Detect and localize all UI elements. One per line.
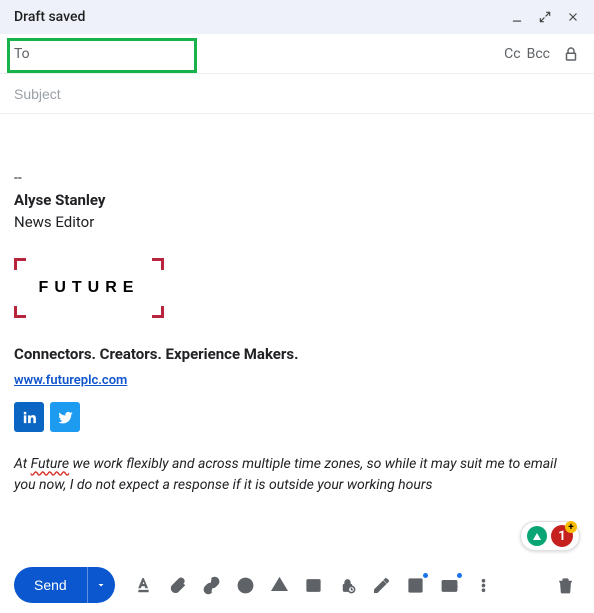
company-logo: FUTURE bbox=[14, 258, 164, 318]
link-icon[interactable] bbox=[197, 570, 227, 600]
schedule-mail-icon[interactable] bbox=[435, 570, 465, 600]
social-links bbox=[14, 402, 580, 432]
compose-header: Draft saved bbox=[0, 0, 594, 34]
twitter-icon[interactable] bbox=[50, 402, 80, 432]
disclaimer: At Future we work flexibly and across mu… bbox=[14, 454, 580, 495]
send-group: Send bbox=[14, 567, 115, 603]
attach-icon[interactable] bbox=[163, 570, 193, 600]
drive-icon[interactable] bbox=[265, 570, 295, 600]
header-title: Draft saved bbox=[14, 9, 506, 25]
signature-separator: -- bbox=[14, 168, 580, 188]
notification-badge[interactable]: 1 + bbox=[551, 525, 573, 547]
tagline: Connectors. Creators. Experience Makers. bbox=[14, 344, 580, 366]
subject-input[interactable] bbox=[14, 86, 580, 102]
to-input[interactable] bbox=[38, 42, 504, 66]
template-icon[interactable] bbox=[401, 570, 431, 600]
cc-button[interactable]: Cc bbox=[504, 46, 520, 62]
signature-role: News Editor bbox=[14, 212, 580, 234]
subject-row bbox=[0, 74, 594, 114]
header-controls bbox=[506, 6, 584, 28]
formatting-icon[interactable] bbox=[129, 570, 159, 600]
grammarly-icon[interactable] bbox=[527, 526, 547, 546]
signature-name: Alyse Stanley bbox=[14, 190, 580, 212]
logo-text: FUTURE bbox=[39, 276, 140, 299]
send-options-button[interactable] bbox=[87, 567, 115, 603]
send-button[interactable]: Send bbox=[14, 567, 87, 603]
more-options-icon[interactable] bbox=[469, 570, 499, 600]
bcc-button[interactable]: Bcc bbox=[527, 46, 550, 62]
format-toolbar bbox=[129, 570, 499, 600]
cc-bcc-group: Cc Bcc bbox=[504, 46, 550, 62]
minimize-button[interactable] bbox=[506, 6, 528, 28]
compose-toolbar: Send bbox=[0, 557, 594, 613]
discard-icon[interactable] bbox=[550, 570, 580, 600]
close-button[interactable] bbox=[562, 6, 584, 28]
image-icon[interactable] bbox=[299, 570, 329, 600]
lock-icon[interactable] bbox=[562, 45, 580, 63]
message-body[interactable]: -- Alyse Stanley News Editor FUTURE Conn… bbox=[0, 114, 594, 544]
to-row: To Cc Bcc bbox=[0, 34, 594, 74]
fullscreen-button[interactable] bbox=[534, 6, 556, 28]
extension-badges[interactable]: 1 + bbox=[520, 521, 580, 551]
company-link[interactable]: www.futureplc.com bbox=[14, 372, 127, 391]
pen-icon[interactable] bbox=[367, 570, 397, 600]
linkedin-icon[interactable] bbox=[14, 402, 44, 432]
confidential-icon[interactable] bbox=[333, 570, 363, 600]
emoji-icon[interactable] bbox=[231, 570, 261, 600]
to-label: To bbox=[14, 46, 30, 62]
